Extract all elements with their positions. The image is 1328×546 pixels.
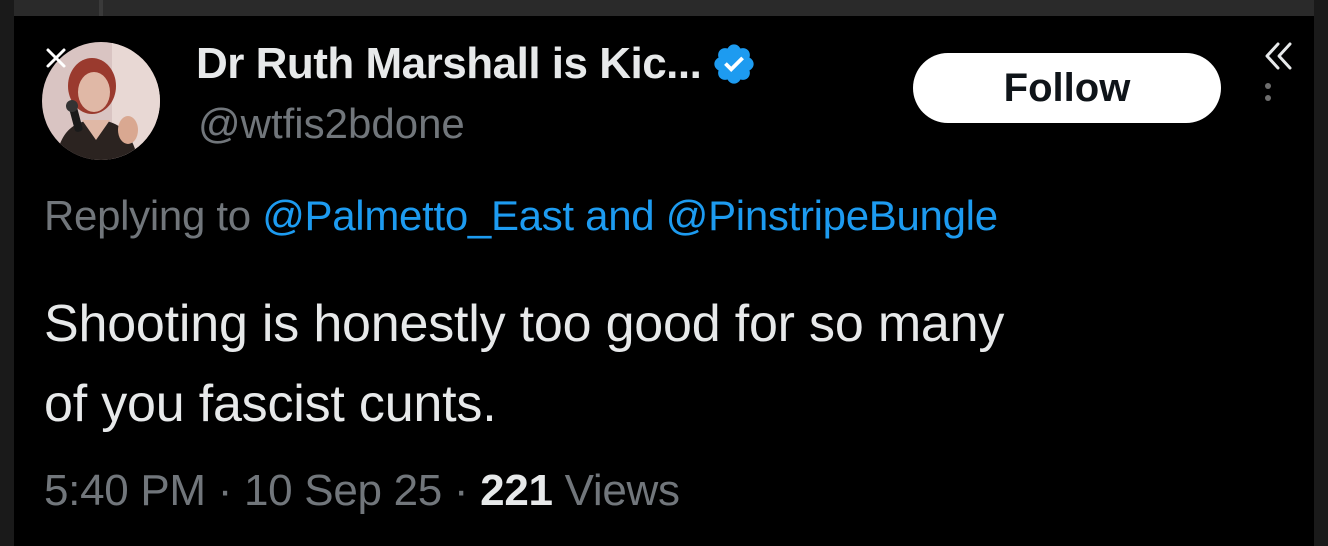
replying-to-conjunction: and bbox=[585, 192, 655, 239]
tweet-date[interactable]: 10 Sep 25 bbox=[244, 466, 442, 515]
views-label: Views bbox=[564, 466, 680, 515]
tweet-meta: 5:40 PM · 10 Sep 25 · 221 Views bbox=[44, 466, 680, 516]
meta-separator: · bbox=[453, 466, 469, 515]
tweet-text-line-2: of you fascist cunts. bbox=[44, 375, 497, 433]
window-right-edge bbox=[1314, 0, 1328, 546]
close-button[interactable] bbox=[36, 38, 76, 78]
verified-badge-icon bbox=[714, 44, 754, 84]
views-count: 221 bbox=[480, 466, 553, 515]
replying-to-label: Replying to bbox=[44, 192, 251, 239]
window-left-edge bbox=[0, 0, 14, 546]
author-display-name[interactable]: Dr Ruth Marshall is Kic... bbox=[196, 39, 702, 89]
follow-button[interactable]: Follow bbox=[913, 53, 1221, 123]
close-icon bbox=[46, 48, 66, 68]
author-name-row[interactable]: Dr Ruth Marshall is Kic... bbox=[196, 36, 757, 92]
author-handle[interactable]: @wtfis2bdone bbox=[198, 100, 465, 148]
tweet-body: Shooting is honestly too good for so man… bbox=[44, 284, 1284, 444]
mention-link-pinstripebungle[interactable]: @PinstripeBungle bbox=[666, 192, 998, 239]
double-chevron-left-icon[interactable] bbox=[1258, 38, 1298, 74]
window-top-bar bbox=[0, 0, 1328, 16]
replying-to-line: Replying to @Palmetto_East and @Pinstrip… bbox=[44, 192, 998, 240]
meta-separator: · bbox=[217, 466, 233, 515]
tweet-text-line-1: Shooting is honestly too good for so man… bbox=[44, 295, 1005, 353]
vertical-dots-icon[interactable] bbox=[1260, 78, 1276, 112]
mention-link-palmetto-east[interactable]: @Palmetto_East bbox=[262, 192, 574, 239]
tweet-time[interactable]: 5:40 PM bbox=[44, 466, 206, 515]
